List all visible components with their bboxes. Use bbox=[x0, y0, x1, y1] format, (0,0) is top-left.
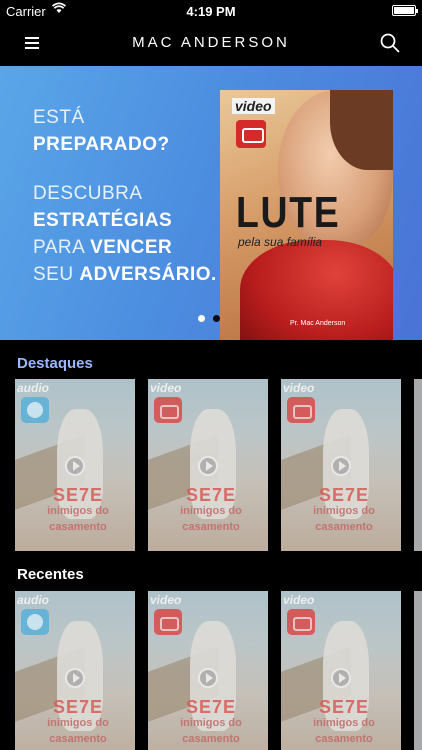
audio-icon bbox=[21, 609, 49, 635]
poster-author: Pr. Mac Anderson bbox=[290, 320, 346, 327]
audio-icon bbox=[21, 397, 49, 423]
media-card[interactable]: audio SE7E inimigos do casamento bbox=[15, 379, 135, 551]
search-icon[interactable] bbox=[380, 33, 400, 53]
play-icon[interactable] bbox=[65, 668, 85, 688]
card-type-label: video bbox=[283, 381, 315, 395]
video-icon bbox=[154, 397, 182, 423]
card-title: SE7E inimigos do casamento bbox=[33, 485, 123, 535]
play-icon[interactable] bbox=[198, 668, 218, 688]
card-title-main: SE7E bbox=[52, 697, 104, 717]
play-icon[interactable] bbox=[65, 456, 85, 476]
battery-icon bbox=[392, 5, 418, 16]
poster-subtitle: pela sua família bbox=[238, 235, 323, 249]
card-title: SE7E inimigos do casamento bbox=[33, 697, 123, 747]
banner-line: DESCUBRA bbox=[33, 183, 143, 204]
banner-line: PARA bbox=[33, 237, 91, 258]
banner-line: SEU bbox=[33, 264, 80, 285]
card-title-main: SE7E bbox=[318, 485, 370, 505]
card-title: SE7E inimigos do casamento bbox=[166, 485, 256, 535]
card-title-sub: inimigos do casamento bbox=[180, 717, 242, 745]
video-icon bbox=[287, 609, 315, 635]
carousel-page-indicator[interactable] bbox=[198, 309, 228, 327]
media-card[interactable]: video SE7E inimigos do casamento bbox=[148, 591, 268, 750]
card-type-label: video bbox=[283, 593, 315, 607]
card-title: SE7E inimigos do casamento bbox=[166, 697, 256, 747]
card-title-sub: inimigos do casamento bbox=[313, 717, 375, 745]
media-card-peek[interactable] bbox=[414, 591, 422, 750]
play-icon[interactable] bbox=[331, 456, 351, 476]
card-title-sub: inimigos do casamento bbox=[47, 717, 109, 745]
featured-row[interactable]: audio SE7E inimigos do casamento video SE7E i… bbox=[15, 379, 422, 551]
banner-carousel[interactable]: ESTÁ PREPARADO? DESCUBRA ESTRATÉGIAS PAR… bbox=[0, 66, 422, 340]
video-icon bbox=[154, 609, 182, 635]
banner-poster[interactable]: video LUTE pela sua família Pr. Mac Ande… bbox=[220, 90, 393, 340]
section-title-destaques: Destaques bbox=[17, 355, 93, 372]
tv-icon bbox=[236, 120, 266, 148]
media-card[interactable]: audio SE7E inimigos do casamento bbox=[15, 591, 135, 750]
card-type-label: video bbox=[150, 593, 182, 607]
carousel-dot[interactable] bbox=[213, 315, 220, 322]
card-type-label: audio bbox=[17, 381, 49, 395]
media-card[interactable]: video SE7E inimigos do casamento bbox=[281, 591, 401, 750]
card-title-main: SE7E bbox=[318, 697, 370, 717]
recent-row[interactable]: audio SE7E inimigos do casamento video SE7E i… bbox=[15, 591, 422, 750]
card-title-main: SE7E bbox=[185, 697, 237, 717]
poster-title: LUTE bbox=[236, 188, 341, 237]
nav-bar: MAC ANDERSON bbox=[0, 22, 422, 66]
card-type-label: video bbox=[150, 381, 182, 395]
card-title-sub: inimigos do casamento bbox=[47, 505, 109, 533]
card-title: SE7E inimigos do casamento bbox=[299, 697, 389, 747]
media-card[interactable]: video SE7E inimigos do casamento bbox=[148, 379, 268, 551]
play-icon[interactable] bbox=[198, 456, 218, 476]
carousel-dot[interactable] bbox=[198, 315, 205, 322]
media-card-peek[interactable] bbox=[414, 379, 422, 551]
card-title-sub: inimigos do casamento bbox=[313, 505, 375, 533]
clock: 4:19 PM bbox=[186, 4, 236, 19]
poster-tag: video bbox=[232, 98, 275, 114]
media-card[interactable]: video SE7E inimigos do casamento bbox=[281, 379, 401, 551]
card-title-main: SE7E bbox=[52, 485, 104, 505]
card-title-sub: inimigos do casamento bbox=[180, 505, 242, 533]
app-title: MAC ANDERSON bbox=[132, 34, 290, 51]
banner-headline: ESTÁ PREPARADO? DESCUBRA ESTRATÉGIAS PAR… bbox=[33, 104, 217, 288]
banner-line: ESTRATÉGIAS bbox=[33, 210, 173, 231]
card-title: SE7E inimigos do casamento bbox=[299, 485, 389, 535]
video-icon bbox=[287, 397, 315, 423]
status-bar: Carrier 4:19 PM bbox=[0, 0, 422, 22]
banner-line: ADVERSÁRIO. bbox=[79, 264, 217, 285]
play-icon[interactable] bbox=[331, 668, 351, 688]
card-type-label: audio bbox=[17, 593, 49, 607]
banner-line: ESTÁ bbox=[33, 107, 85, 128]
card-title-main: SE7E bbox=[185, 485, 237, 505]
banner-line: PREPARADO? bbox=[33, 134, 170, 155]
section-title-recentes: Recentes bbox=[17, 566, 84, 583]
banner-line: VENCER bbox=[90, 237, 173, 258]
